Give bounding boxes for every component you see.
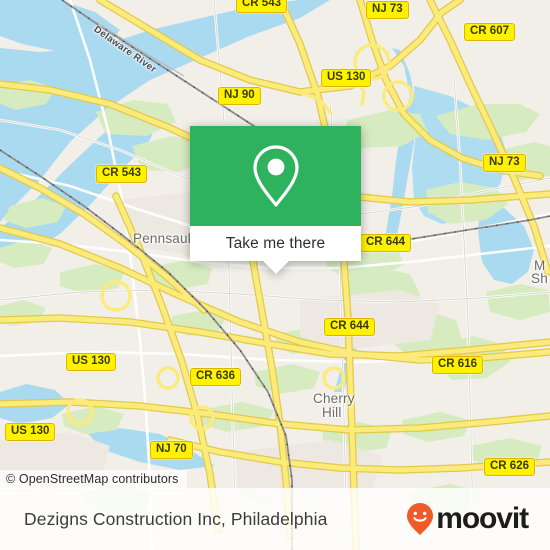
map-canvas[interactable]: Pennsauken Cherry Hill M Sh Delaware Riv… [0,0,550,550]
map-attribution[interactable]: © OpenStreetMap contributors [0,470,187,489]
page-title: Dezigns Construction Inc, Philadelphia [24,508,328,529]
shield-nj-73-top[interactable]: NJ 73 [366,1,409,20]
shield-us-130-bottom[interactable]: US 130 [5,423,56,442]
map-pin-icon [252,145,299,207]
destination-popup[interactable]: Take me there [190,126,361,274]
popup-icon-area [190,126,361,226]
shield-us-130-mid[interactable]: US 130 [66,353,117,372]
shield-cr-616[interactable]: CR 616 [432,356,483,375]
shield-nj-70[interactable]: NJ 70 [150,441,193,460]
popup-tail [262,261,289,274]
take-me-there-button[interactable]: Take me there [190,226,361,261]
shield-us-130-top[interactable]: US 130 [321,69,372,88]
map-screen: Pennsauken Cherry Hill M Sh Delaware Riv… [0,0,550,550]
shield-cr-644-upper[interactable]: CR 644 [360,234,411,253]
shield-cr-644-lower[interactable]: CR 644 [324,318,375,337]
shield-cr-636[interactable]: CR 636 [190,368,241,387]
moovit-wordmark: moovit [436,502,529,535]
shield-nj-73-right[interactable]: NJ 73 [483,154,526,173]
map-vector-layer [0,0,550,550]
moovit-pin-icon [407,503,434,535]
shield-cr-543-top[interactable]: CR 543 [236,0,287,14]
footer-bar: Dezigns Construction Inc, Philadelphia m… [0,488,550,550]
shield-cr-607[interactable]: CR 607 [464,23,515,42]
shield-nj-90[interactable]: NJ 90 [218,87,261,106]
moovit-logo[interactable]: moovit [405,502,529,536]
shield-cr-626[interactable]: CR 626 [484,458,535,477]
shield-cr-543-left[interactable]: CR 543 [96,165,147,184]
